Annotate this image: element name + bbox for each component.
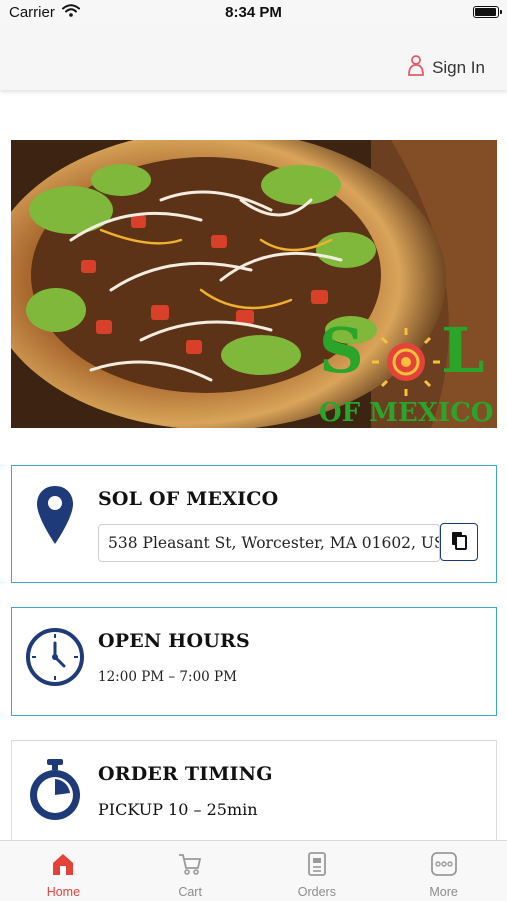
status-bar: Carrier 8:34 PM	[0, 0, 507, 26]
taco-salad-photo: S L OF MEXICO	[11, 140, 497, 428]
open-hours-title: OPEN HOURS	[98, 630, 250, 652]
open-hours-value: 12:00 PM – 7:00 PM	[98, 669, 237, 685]
tab-cart-label: Cart	[178, 885, 202, 899]
user-icon	[407, 54, 425, 81]
order-timing-card: ORDER TIMING PICKUP 10 – 25min	[11, 740, 497, 850]
tab-orders-label: Orders	[297, 885, 336, 899]
order-timing-title: ORDER TIMING	[98, 763, 273, 785]
svg-text:S: S	[319, 314, 364, 387]
tab-cart[interactable]: Cart	[127, 841, 254, 901]
home-icon	[49, 851, 77, 882]
restaurant-card: SOL OF MEXICO 538 Pleasant St, Worcester…	[11, 465, 497, 583]
sign-in-button[interactable]: Sign In	[407, 54, 485, 81]
more-icon	[430, 851, 458, 882]
copy-address-button[interactable]	[440, 523, 478, 561]
tab-more[interactable]: More	[380, 841, 507, 901]
svg-text:L: L	[441, 314, 485, 387]
clock-icon	[25, 627, 85, 692]
tab-home[interactable]: Home	[0, 841, 127, 901]
svg-text:OF MEXICO: OF MEXICO	[319, 398, 493, 428]
sol-of-mexico-logo: S L OF MEXICO	[319, 314, 493, 428]
orders-icon	[303, 851, 331, 882]
tab-bar: Home Cart Orders More	[0, 840, 507, 901]
clock: 8:34 PM	[225, 4, 282, 21]
location-pin-icon	[35, 484, 75, 551]
battery-icon	[473, 6, 502, 18]
order-timing-value: PICKUP 10 – 25min	[98, 800, 258, 819]
sign-in-label: Sign In	[432, 57, 485, 77]
hero-image: S L OF MEXICO	[11, 140, 497, 428]
copy-icon	[449, 530, 469, 555]
stopwatch-icon	[27, 757, 83, 828]
tab-orders[interactable]: Orders	[254, 841, 381, 901]
cart-icon	[176, 851, 204, 882]
tab-more-label: More	[429, 885, 458, 899]
tab-home-label: Home	[46, 885, 81, 899]
address-field[interactable]: 538 Pleasant St, Worcester, MA 01602, US…	[98, 524, 440, 562]
open-hours-card: OPEN HOURS 12:00 PM – 7:00 PM	[11, 607, 497, 716]
restaurant-name: SOL OF MEXICO	[98, 488, 279, 510]
app-header: Sign In	[0, 26, 507, 90]
